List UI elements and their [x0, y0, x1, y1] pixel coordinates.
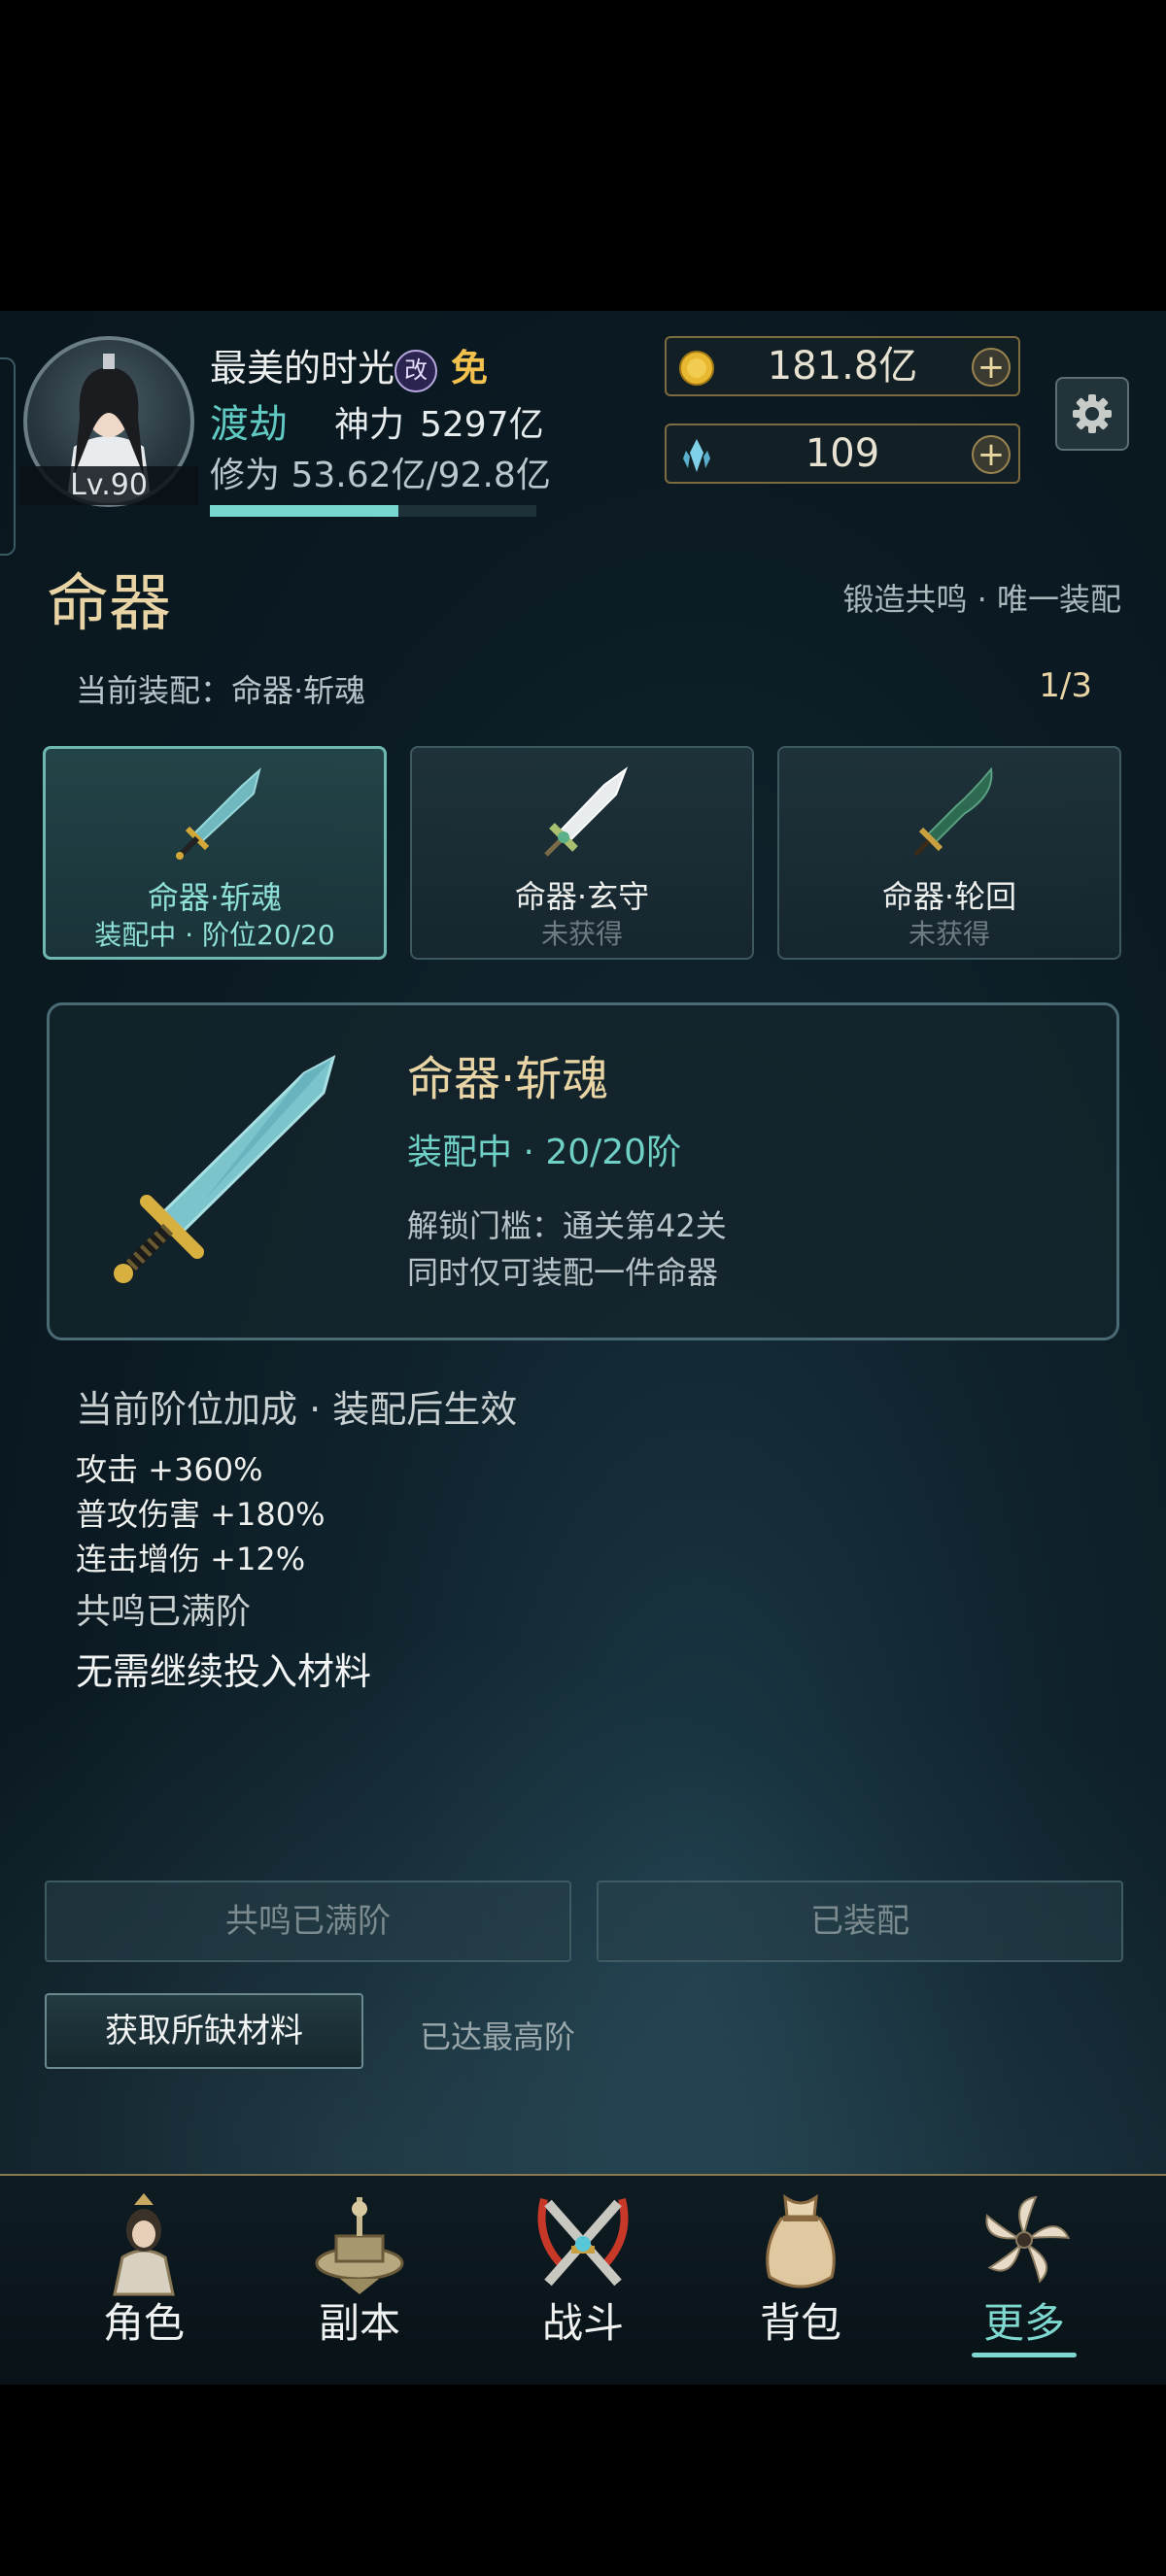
power-value: 5297亿 [420, 405, 544, 445]
page-subtitle: 锻造共鸣 · 唯一装配 [842, 581, 1121, 618]
nav-item-dungeon[interactable]: 副本 [262, 2176, 457, 2385]
stat-line: 攻击 +360% [76, 1451, 263, 1488]
gold-coin-icon [679, 351, 714, 386]
detail-status: 装配中 · 20/20阶 [407, 1133, 682, 1172]
cultivation-row: 修为 53.62亿/92.8亿 [210, 447, 551, 497]
nav-label: 角色 [102, 2299, 185, 2347]
stat-line: 连击增伤 +12% [76, 1541, 306, 1577]
dungeon-altar-icon [315, 2197, 404, 2294]
weapon-card-name: 命器·轮回 [881, 878, 1017, 915]
gold-resource: 181.8亿 + [665, 336, 1020, 396]
game-screen: Lv.90 最美的时光改免 渡劫 神力 5297亿 修为 53.62亿/92.8… [0, 311, 1166, 2385]
crystal-resource: 109 + [665, 424, 1020, 484]
add-gold-button[interactable]: + [972, 348, 1011, 387]
weapon-card-name: 命器·斩魂 [147, 879, 283, 916]
equipped-button[interactable]: 已装配 [597, 1881, 1123, 1962]
nav-item-battle[interactable]: 战斗 [486, 2176, 680, 2385]
active-tab-indicator [972, 2353, 1077, 2357]
crystal-icon [683, 439, 710, 472]
nav-label: 背包 [759, 2299, 841, 2347]
side-drawer-tab[interactable] [0, 357, 16, 556]
weapon-card-status: 未获得 [540, 918, 623, 950]
settings-button[interactable] [1055, 377, 1129, 451]
sword-icon [544, 766, 629, 857]
more-flower-icon [985, 2195, 1071, 2284]
player-name-row: 最美的时光改免 [210, 338, 488, 392]
current-equip-label: 当前装配：命器·斩魂 [76, 672, 366, 709]
resonance-status: 共鸣已满阶 [76, 1592, 252, 1632]
gear-icon [1073, 394, 1112, 433]
weapon-card-zhanhun[interactable]: 命器·斩魂 装配中 · 阶位20/20 [43, 746, 387, 960]
crystal-amount: 109 [805, 431, 880, 476]
level-label: Lv.90 [19, 466, 198, 505]
bottom-nav: 角色 副本 战斗 背包 更多 [0, 2174, 1166, 2385]
cultivation-value: 53.62亿/92.8亿 [291, 456, 551, 495]
weapon-card-lunhui[interactable]: 命器·轮回 未获得 [777, 746, 1121, 960]
owned-count: 1/3 [1039, 666, 1092, 705]
page-title: 命器 [47, 568, 171, 640]
nav-label: 战斗 [541, 2299, 624, 2347]
nav-label: 更多 [982, 2299, 1065, 2347]
resonance-full-button[interactable]: 共鸣已满阶 [45, 1881, 571, 1962]
cultivation-label: 修为 [210, 456, 281, 495]
rename-badge[interactable]: 改 [394, 349, 438, 392]
nav-item-more[interactable]: 更多 [927, 2176, 1121, 2385]
get-materials-button[interactable]: 获取所缺材料 [45, 1993, 363, 2069]
nav-item-bag[interactable]: 背包 [703, 2176, 898, 2385]
bonus-title: 当前阶位加成 · 装配后生效 [76, 1388, 518, 1431]
detail-note: 同时仅可装配一件命器 [407, 1254, 719, 1291]
cultivation-progress-bar [210, 505, 536, 517]
sword-large-icon [114, 1055, 336, 1283]
weapon-card-xuanshou[interactable]: 命器·玄守 未获得 [410, 746, 754, 960]
player-name: 最美的时光 [210, 347, 395, 390]
weapon-card-status: 装配中 · 阶位20/20 [94, 919, 335, 951]
nav-item-character[interactable]: 角色 [47, 2176, 241, 2385]
pouch-icon [766, 2193, 836, 2288]
detail-weapon-name: 命器·斩魂 [407, 1052, 609, 1106]
max-tier-label: 已达最高阶 [420, 2018, 576, 2055]
detail-unlock-requirement: 解锁门槛：通关第42关 [407, 1207, 727, 1244]
weapon-card-status: 未获得 [908, 918, 990, 950]
sword-icon [176, 767, 261, 860]
nav-label: 副本 [318, 2299, 400, 2347]
weapon-card-name: 命器·玄守 [514, 878, 650, 915]
stat-line: 普攻伤害 +180% [76, 1496, 326, 1533]
character-icon [113, 2193, 175, 2296]
realm-label: 渡劫 [210, 402, 288, 447]
free-badge: 免 [451, 347, 489, 390]
power-label: 神力 [334, 405, 405, 445]
cultivation-progress-fill [210, 505, 399, 517]
crossed-swords-icon [537, 2198, 629, 2287]
weapon-detail-panel: 命器·斩魂 装配中 · 20/20阶 解锁门槛：通关第42关 同时仅可装配一件命… [47, 1002, 1119, 1340]
add-crystal-button[interactable]: + [972, 435, 1011, 474]
gold-amount: 181.8亿 [767, 344, 918, 389]
curved-blade-icon [913, 766, 993, 857]
no-material-needed: 无需继续投入材料 [76, 1650, 372, 1693]
